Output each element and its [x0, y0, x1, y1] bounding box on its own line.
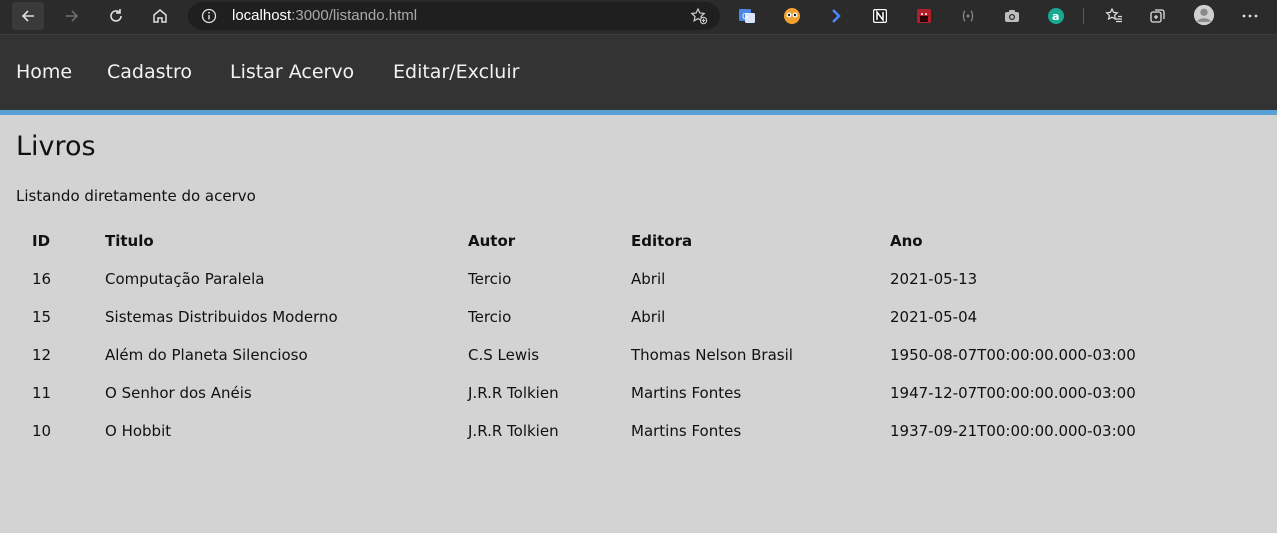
books-table: ID Titulo Autor Editora Ano 16 Computaçã… — [16, 222, 1174, 450]
page-subtitle: Listando diretamente do acervo — [16, 187, 256, 205]
nav-link-listar-acervo[interactable]: Listar Acervo — [230, 61, 354, 83]
cell-autor: C.S Lewis — [468, 346, 540, 364]
cell-id: 15 — [32, 308, 52, 326]
cell-editora: Thomas Nelson Brasil — [631, 346, 793, 364]
cell-titulo: O Hobbit — [105, 422, 172, 440]
url-text[interactable]: localhost:3000/listando.html — [232, 7, 417, 24]
camera-extension-icon[interactable] — [1002, 6, 1022, 26]
profile-avatar[interactable] — [1192, 3, 1216, 27]
url-path: :3000/listando.html — [291, 7, 418, 24]
table-row: 11 O Senhor dos Anéis J.R.R Tolkien Mart… — [16, 374, 1174, 412]
more-menu-icon[interactable] — [1240, 6, 1260, 26]
home-button[interactable] — [144, 2, 176, 30]
back-button[interactable] — [12, 2, 44, 30]
owl-extension-icon[interactable] — [782, 6, 802, 26]
navbar-accent-line — [0, 110, 1277, 115]
cell-id: 10 — [32, 422, 52, 440]
table-header-row: ID Titulo Autor Editora Ano — [16, 222, 1174, 260]
column-header-editora: Editora — [631, 232, 693, 250]
svg-text:G: G — [742, 12, 748, 21]
cell-titulo: Além do Planeta Silencioso — [105, 346, 308, 364]
amazon-assistant-icon[interactable]: a — [1046, 6, 1066, 26]
nav-link-editar-excluir[interactable]: Editar/Excluir — [393, 61, 519, 83]
brackets-extension-icon[interactable] — [958, 6, 978, 26]
info-icon[interactable] — [201, 8, 217, 24]
cell-autor: J.R.R Tolkien — [468, 422, 559, 440]
table-row: 15 Sistemas Distribuidos Moderno Tercio … — [16, 298, 1174, 336]
cell-editora: Martins Fontes — [631, 384, 742, 402]
favorites-icon[interactable] — [1104, 6, 1124, 26]
cell-ano: 1947-12-07T00:00:00.000-03:00 — [890, 384, 1136, 402]
terminal-extension-icon[interactable] — [826, 6, 846, 26]
cell-id: 16 — [32, 270, 52, 288]
cell-ano: 2021-05-04 — [890, 308, 978, 326]
column-header-ano: Ano — [890, 232, 923, 250]
home-icon — [153, 9, 167, 23]
table-row: 16 Computação Paralela Tercio Abril 2021… — [16, 260, 1174, 298]
column-header-titulo: Titulo — [105, 232, 154, 250]
refresh-button[interactable] — [100, 2, 132, 30]
column-header-autor: Autor — [468, 232, 516, 250]
cell-autor: Tercio — [468, 270, 512, 288]
arrow-left-icon — [21, 10, 34, 22]
cell-titulo: Computação Paralela — [105, 270, 265, 288]
red-extension-icon[interactable] — [914, 6, 934, 26]
translate-extension-icon[interactable]: G — [737, 6, 757, 26]
collections-icon[interactable] — [1148, 6, 1168, 26]
cell-autor: J.R.R Tolkien — [468, 384, 559, 402]
toolbar-divider — [1083, 8, 1084, 24]
cell-ano: 2021-05-13 — [890, 270, 978, 288]
url-host: localhost — [232, 7, 292, 24]
cell-autor: Tercio — [468, 308, 512, 326]
refresh-icon — [110, 9, 122, 22]
page-title: Livros — [16, 131, 96, 162]
forward-button[interactable] — [56, 2, 88, 30]
column-header-id: ID — [32, 232, 51, 250]
cell-editora: Martins Fontes — [631, 422, 742, 440]
address-bar[interactable]: localhost:3000/listando.html — [188, 2, 720, 30]
cell-titulo: O Senhor dos Anéis — [105, 384, 252, 402]
cell-ano: 1937-09-21T00:00:00.000-03:00 — [890, 422, 1136, 440]
add-favorite-icon[interactable] — [690, 7, 708, 25]
table-row: 12 Além do Planeta Silencioso C.S Lewis … — [16, 336, 1174, 374]
nav-link-home[interactable]: Home — [16, 61, 72, 83]
table-row: 10 O Hobbit J.R.R Tolkien Martins Fontes… — [16, 412, 1174, 450]
browser-toolbar: localhost:3000/listando.html G a — [0, 0, 1277, 35]
cell-id: 12 — [32, 346, 52, 364]
cell-titulo: Sistemas Distribuidos Moderno — [105, 308, 338, 326]
cell-id: 11 — [32, 384, 52, 402]
nav-link-cadastro[interactable]: Cadastro — [107, 61, 192, 83]
cell-ano: 1950-08-07T00:00:00.000-03:00 — [890, 346, 1136, 364]
cell-editora: Abril — [631, 270, 666, 288]
notion-extension-icon[interactable] — [870, 6, 890, 26]
cell-editora: Abril — [631, 308, 666, 326]
svg-text:a: a — [1052, 10, 1059, 23]
arrow-right-icon — [66, 10, 79, 22]
